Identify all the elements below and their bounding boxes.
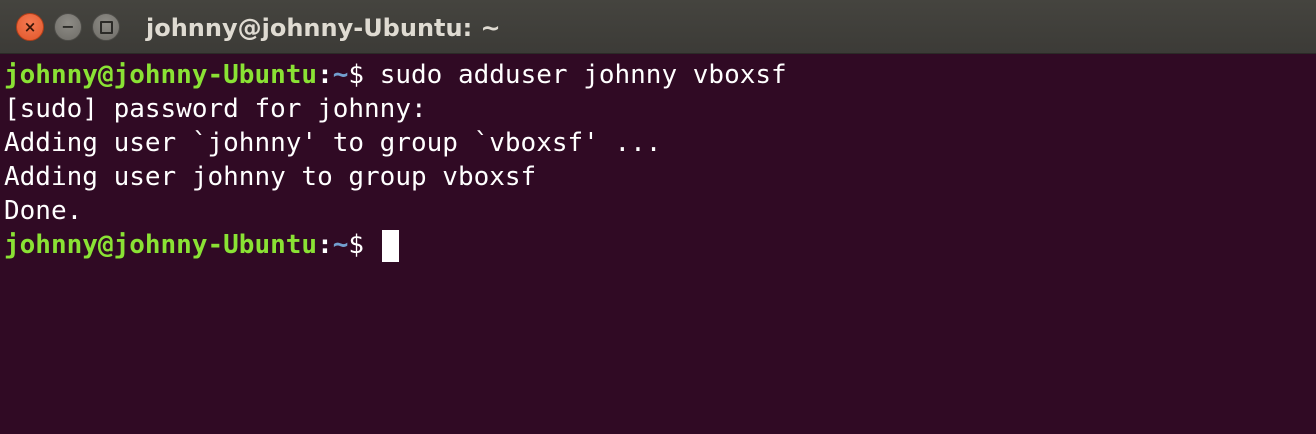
prompt-line-1: johnny@johnny-Ubuntu:~$ sudo adduser joh…: [4, 58, 1316, 92]
prompt-user-host: johnny@johnny-Ubuntu: [4, 60, 318, 90]
close-button[interactable]: ×: [16, 13, 44, 41]
command-text: sudo adduser johnny vboxsf: [379, 60, 787, 90]
terminal-window: × − johnny@johnny-Ubuntu: ~ johnny@johnn…: [0, 0, 1316, 434]
output-line: Adding user johnny to group vboxsf: [4, 162, 537, 192]
prompt-colon: :: [317, 230, 333, 260]
prompt-line-2: johnny@johnny-Ubuntu:~$: [4, 228, 1316, 262]
text-cursor: [381, 229, 399, 262]
output-line: [sudo] password for johnny:: [4, 94, 427, 124]
prompt-dollar: $: [348, 60, 380, 90]
prompt-user-host: johnny@johnny-Ubuntu: [4, 230, 318, 260]
terminal-area[interactable]: johnny@johnny-Ubuntu:~$ sudo adduser joh…: [0, 54, 1316, 434]
prompt-colon: :: [317, 60, 333, 90]
window-title: johnny@johnny-Ubuntu: ~: [146, 14, 501, 42]
prompt-path: ~: [332, 230, 349, 260]
prompt-dollar: $: [348, 230, 380, 260]
prompt-path: ~: [332, 60, 349, 90]
maximize-icon: [99, 20, 113, 34]
maximize-button[interactable]: [92, 13, 120, 41]
output-line: Adding user `johnny' to group `vboxsf' .…: [4, 128, 662, 158]
minimize-icon: −: [61, 17, 75, 36]
title-bar[interactable]: × − johnny@johnny-Ubuntu: ~: [0, 0, 1316, 54]
close-icon: ×: [23, 17, 37, 36]
minimize-button[interactable]: −: [54, 13, 82, 41]
output-line: Done.: [4, 196, 83, 226]
